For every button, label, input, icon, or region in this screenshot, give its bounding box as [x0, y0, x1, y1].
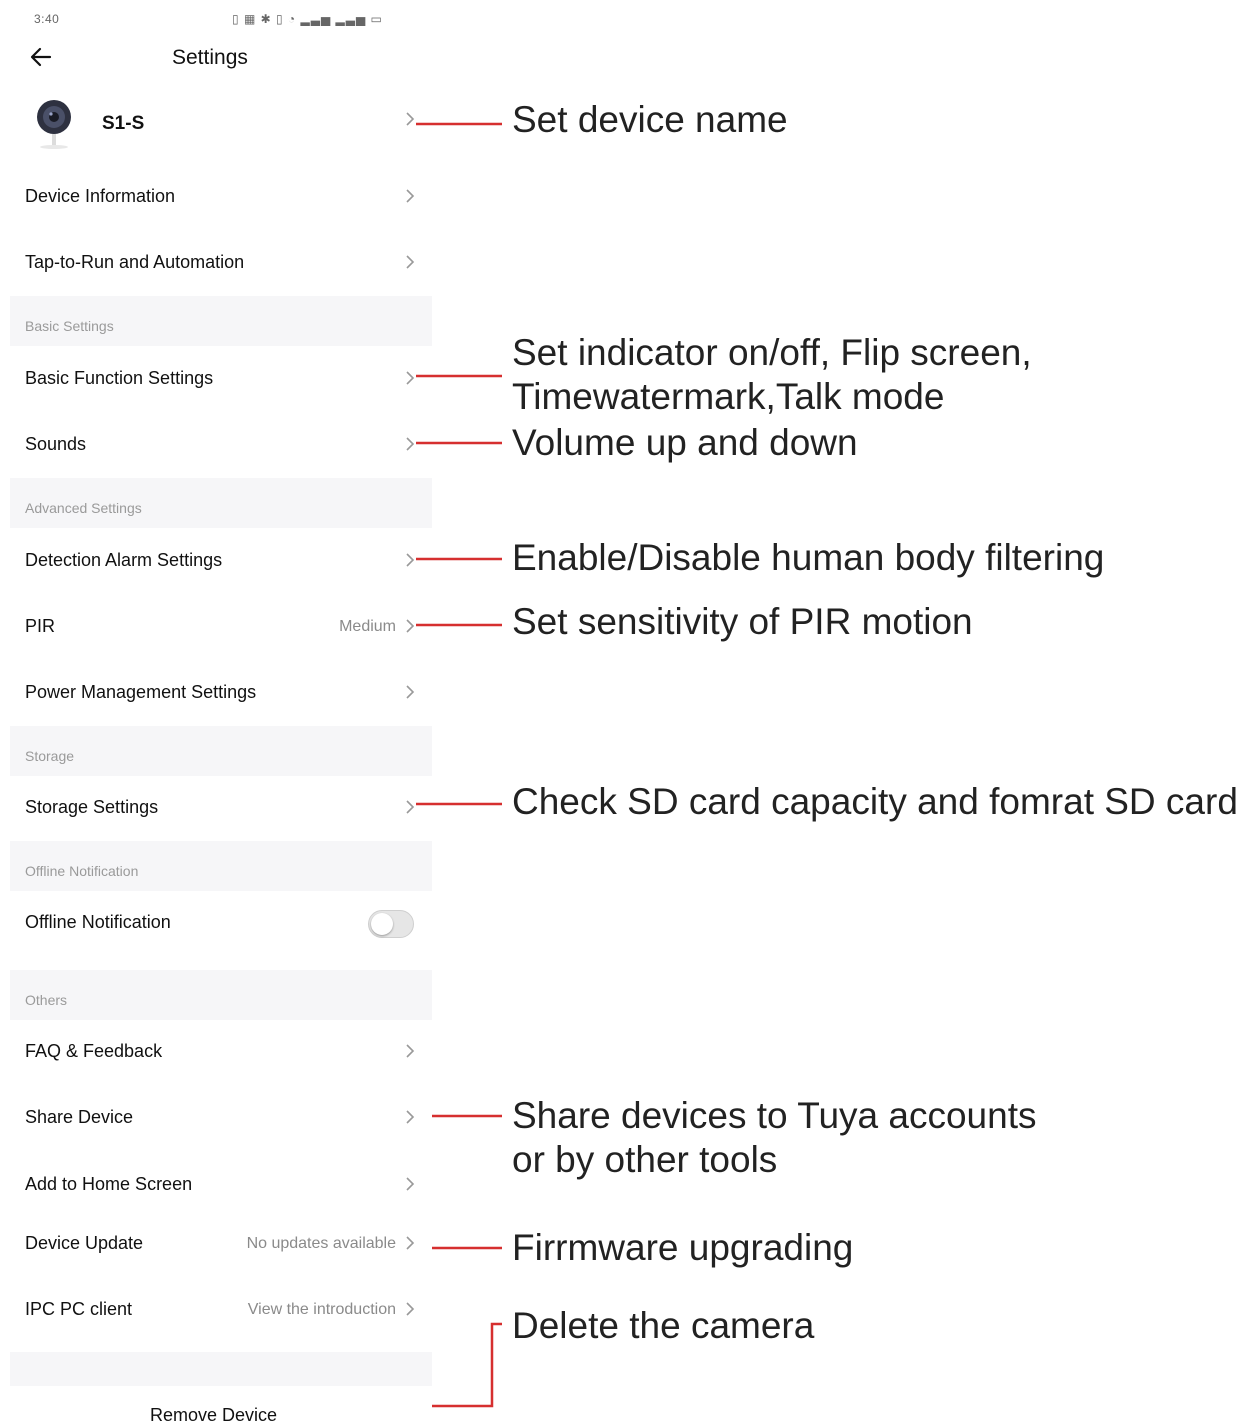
row-basic-function-settings[interactable]: Basic Function Settings: [10, 354, 432, 404]
chevron-right-icon: [406, 189, 415, 203]
row-label: Share Device: [25, 1107, 134, 1127]
row-label: Offline Notification: [25, 912, 171, 932]
annotation-pir: Set sensitivity of PIR motion: [512, 601, 973, 642]
row-faq-feedback[interactable]: FAQ & Feedback: [10, 1027, 432, 1077]
device-name-row[interactable]: S1-S: [10, 95, 432, 157]
section-label: Basic Settings: [25, 318, 114, 334]
section-label: Others: [25, 992, 68, 1008]
section-spacer: [10, 1352, 432, 1386]
annotation-device-name: Set device name: [512, 99, 788, 140]
remove-device-button[interactable]: Remove Device: [150, 1405, 277, 1426]
section-offline-notification: Offline Notification: [10, 841, 432, 891]
chevron-right-icon: [406, 685, 415, 699]
pir-value: Medium: [339, 618, 396, 635]
row-label: FAQ & Feedback: [25, 1041, 163, 1061]
row-label: Device Information: [25, 186, 176, 206]
row-storage-settings[interactable]: Storage Settings: [10, 783, 432, 833]
annotation-storage: Check SD card capacity and fomrat SD car…: [512, 781, 1238, 822]
section-basic-settings: Basic Settings: [10, 296, 432, 346]
annotation-share-2: or by other tools: [512, 1139, 778, 1180]
section-others: Others: [10, 970, 432, 1020]
chevron-right-icon: [406, 800, 415, 814]
annotation-basic-1: Set indicator on/off, Flip screen,: [512, 332, 1032, 373]
ipc-pc-client-value: View the introduction: [247, 1301, 396, 1318]
row-ipc-pc-client[interactable]: IPC PC client View the introduction: [10, 1285, 432, 1335]
row-sounds[interactable]: Sounds: [10, 420, 432, 470]
chevron-right-icon: [406, 1302, 415, 1316]
section-storage: Storage: [10, 726, 432, 776]
row-tap-to-run[interactable]: Tap-to-Run and Automation: [10, 238, 432, 288]
row-device-information[interactable]: Device Information: [10, 172, 432, 222]
status-icons: ▯ ▦ ✱ ▯ ◔ ▂▃▅ ▂▃▅ ▭: [232, 12, 383, 26]
row-offline-notification: Offline Notification: [10, 898, 432, 948]
row-add-to-home-screen[interactable]: Add to Home Screen: [10, 1160, 432, 1210]
section-advanced-settings: Advanced Settings: [10, 478, 432, 528]
row-label: Detection Alarm Settings: [25, 550, 223, 570]
chevron-right-icon: [406, 1110, 415, 1124]
device-update-value: No updates available: [246, 1235, 396, 1252]
chevron-right-icon: [406, 1177, 415, 1191]
row-label: IPC PC client: [25, 1299, 133, 1319]
row-detection-alarm-settings[interactable]: Detection Alarm Settings: [10, 536, 432, 586]
phone-screen: 3:40 ▯ ▦ ✱ ▯ ◔ ▂▃▅ ▂▃▅ ▭ Settings S1-S D…: [0, 0, 440, 1426]
annotation-remove: Delete the camera: [512, 1305, 815, 1346]
row-label: Add to Home Screen: [25, 1174, 193, 1194]
camera-icon: [37, 100, 71, 149]
row-label: Device Update: [25, 1233, 144, 1253]
annotation-sounds: Volume up and down: [512, 422, 858, 463]
row-label: Sounds: [25, 434, 87, 454]
device-name: S1-S: [102, 113, 145, 134]
chevron-right-icon: [406, 1236, 415, 1250]
row-power-management-settings[interactable]: Power Management Settings: [10, 668, 432, 718]
section-label: Storage: [25, 748, 75, 764]
annotation-update: Firrmware upgrading: [512, 1227, 854, 1268]
row-pir[interactable]: PIR Medium: [10, 602, 432, 652]
toggle-knob: [371, 913, 393, 935]
chevron-right-icon: [406, 619, 415, 633]
section-label: Advanced Settings: [25, 500, 142, 516]
row-label: PIR: [25, 616, 56, 636]
chevron-right-icon: [406, 371, 415, 385]
row-label: Power Management Settings: [25, 682, 257, 702]
annotation-detection: Enable/Disable human body filtering: [512, 537, 1105, 578]
row-label: Storage Settings: [25, 797, 159, 817]
back-arrow-icon[interactable]: [28, 44, 54, 70]
row-label: Tap-to-Run and Automation: [25, 252, 245, 272]
section-label: Offline Notification: [25, 863, 139, 879]
annotation-basic-2: Timewatermark,Talk mode: [512, 376, 945, 417]
line-remove: [432, 1322, 502, 1408]
chevron-right-icon: [406, 112, 415, 126]
chevron-right-icon: [406, 255, 415, 269]
annotation-share-1: Share devices to Tuya accounts: [512, 1095, 1037, 1136]
row-device-update[interactable]: Device Update No updates available: [10, 1219, 432, 1269]
page-title: Settings: [172, 46, 248, 69]
offline-notification-toggle[interactable]: [368, 910, 414, 938]
chevron-right-icon: [406, 553, 415, 567]
status-time: 3:40: [34, 12, 60, 26]
row-label: Basic Function Settings: [25, 368, 214, 388]
chevron-right-icon: [406, 1044, 415, 1058]
row-share-device[interactable]: Share Device: [10, 1093, 432, 1143]
chevron-right-icon: [406, 437, 415, 451]
